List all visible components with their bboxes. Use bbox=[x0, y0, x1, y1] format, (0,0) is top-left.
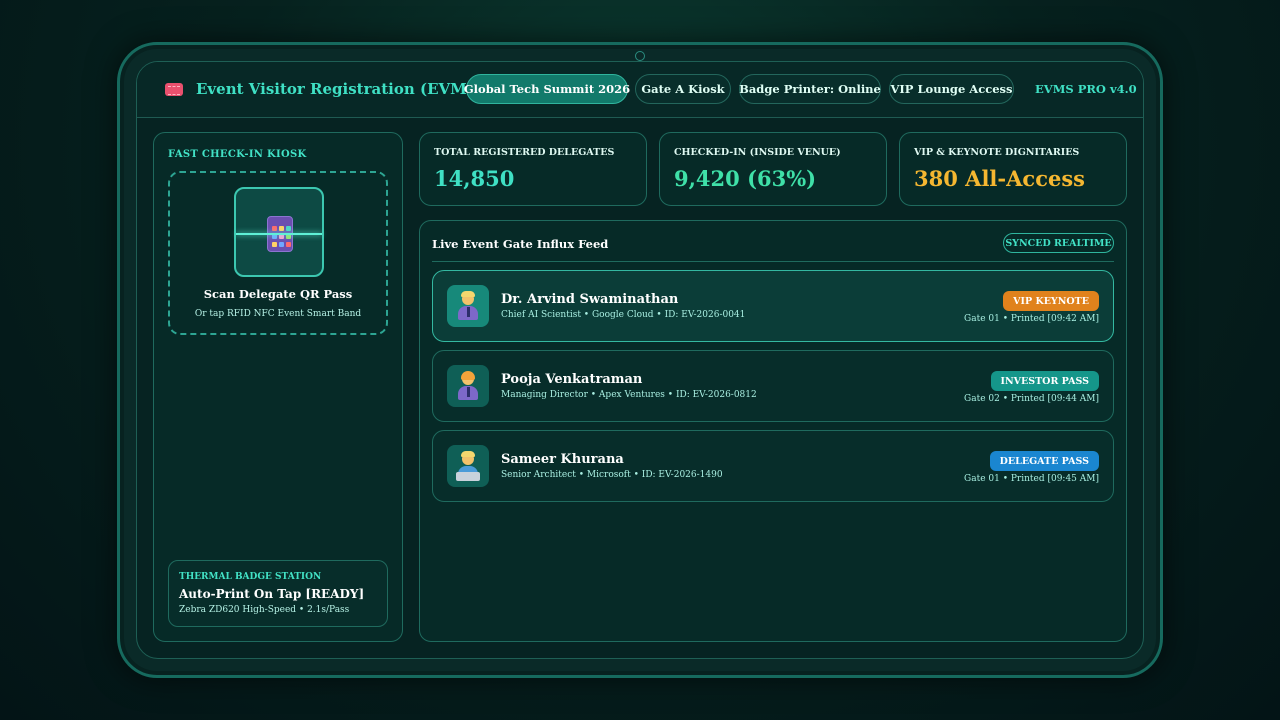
thermal-badge-station: THERMAL BADGE STATION Auto-Print On Tap … bbox=[168, 560, 388, 627]
pass-type-badge: VIP KEYNOTE bbox=[1003, 291, 1099, 311]
qr-scan-zone[interactable]: Scan Delegate QR Pass Or tap RFID NFC Ev… bbox=[168, 171, 388, 335]
stat-value: 9,420 (63%) bbox=[674, 166, 817, 191]
entry-gate-status: Gate 01 • Printed [09:45 AM] bbox=[964, 474, 1099, 484]
entry-name: Sameer Khurana bbox=[501, 452, 624, 467]
pass-type-badge: DELEGATE PASS bbox=[989, 451, 1099, 471]
app-title: Event Visitor Registration (EVMS) bbox=[196, 80, 485, 98]
version-label: EVMS PRO v4.0 bbox=[1035, 82, 1137, 96]
businessman-icon bbox=[447, 285, 489, 327]
live-feed-panel: Live Event Gate Influx Feed SYNCED REALT… bbox=[419, 220, 1127, 642]
entry-meta: Chief AI Scientist • Google Cloud • ID: … bbox=[501, 310, 746, 320]
printer-status: Auto-Print On Tap [READY] bbox=[179, 587, 365, 601]
scanner-frame bbox=[234, 187, 324, 277]
stat-card-vip: VIP & KEYNOTE DIGNITARIES 380 All-Access bbox=[899, 132, 1127, 206]
scan-title: Scan Delegate QR Pass bbox=[203, 287, 353, 301]
entry-name: Pooja Venkatraman bbox=[501, 372, 643, 387]
stat-card-total: TOTAL REGISTERED DELEGATES 14,850 bbox=[419, 132, 647, 206]
stat-label: VIP & KEYNOTE DIGNITARIES bbox=[914, 147, 1080, 158]
printer-model: Zebra ZD620 High-Speed • 2.1s/Pass bbox=[179, 605, 350, 615]
app-screen: Event Visitor Registration (EVMS) Global… bbox=[136, 61, 1144, 659]
tab-gate-a-kiosk[interactable]: Gate A Kiosk bbox=[635, 74, 731, 104]
stat-value: 14,850 bbox=[434, 166, 515, 191]
sync-status-badge: SYNCED REALTIME bbox=[1003, 233, 1114, 253]
feed-entry[interactable]: Sameer Khurana Senior Architect • Micros… bbox=[432, 430, 1114, 502]
businesswoman-icon bbox=[447, 365, 489, 407]
entry-gate-status: Gate 02 • Printed [09:44 AM] bbox=[964, 394, 1099, 404]
technologist-icon bbox=[447, 445, 489, 487]
feed-entry[interactable]: Dr. Arvind Swaminathan Chief AI Scientis… bbox=[432, 270, 1114, 342]
scan-subtitle: Or tap RFID NFC Event Smart Band bbox=[194, 309, 362, 319]
feed-entry[interactable]: Pooja Venkatraman Managing Director • Ap… bbox=[432, 350, 1114, 422]
stat-label: CHECKED-IN (INSIDE VENUE) bbox=[674, 147, 841, 158]
entry-meta: Managing Director • Apex Ventures • ID: … bbox=[501, 390, 757, 400]
divider bbox=[432, 261, 1114, 262]
stat-value: 380 All-Access bbox=[914, 166, 1085, 191]
entry-meta: Senior Architect • Microsoft • ID: EV-20… bbox=[501, 470, 723, 480]
stat-label: TOTAL REGISTERED DELEGATES bbox=[434, 147, 615, 158]
scan-line bbox=[236, 233, 322, 235]
tab-global-tech-summit[interactable]: Global Tech Summit 2026 bbox=[464, 74, 630, 104]
camera-icon bbox=[635, 51, 645, 61]
feed-title: Live Event Gate Influx Feed bbox=[432, 237, 609, 251]
stat-card-checked-in: CHECKED-IN (INSIDE VENUE) 9,420 (63%) bbox=[659, 132, 887, 206]
entry-gate-status: Gate 01 • Printed [09:42 AM] bbox=[964, 314, 1099, 324]
tab-vip-lounge[interactable]: VIP Lounge Access bbox=[889, 74, 1014, 104]
kiosk-title: FAST CHECK-IN KIOSK bbox=[168, 149, 307, 160]
kiosk-panel: FAST CHECK-IN KIOSK Scan Delegate QR Pas… bbox=[153, 132, 403, 642]
pass-type-badge: INVESTOR PASS bbox=[990, 371, 1099, 391]
ticket-icon bbox=[165, 83, 183, 96]
printer-label: THERMAL BADGE STATION bbox=[179, 572, 322, 582]
top-bar: Event Visitor Registration (EVMS) Global… bbox=[137, 62, 1143, 118]
tab-badge-printer[interactable]: Badge Printer: Online bbox=[739, 74, 881, 104]
entry-name: Dr. Arvind Swaminathan bbox=[501, 292, 679, 307]
